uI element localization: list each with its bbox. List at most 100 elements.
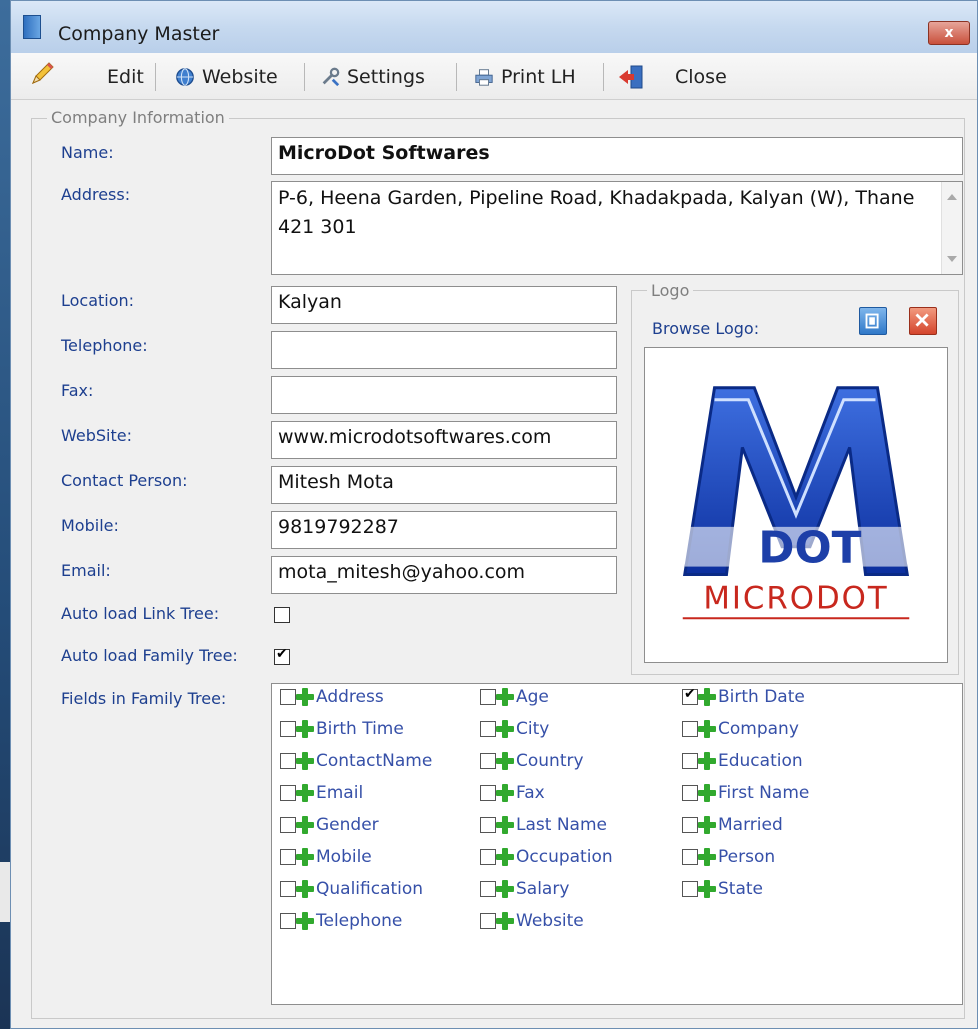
- family-field-item[interactable]: Salary: [480, 878, 569, 900]
- app-icon: [23, 15, 41, 39]
- browse-logo-button[interactable]: [859, 307, 887, 335]
- close-button[interactable]: Close: [675, 65, 727, 89]
- family-field-item[interactable]: Age: [480, 686, 549, 708]
- family-field-checkbox[interactable]: [280, 689, 296, 705]
- email-field[interactable]: mota_mitesh@yahoo.com: [271, 556, 617, 594]
- family-field-checkbox[interactable]: [682, 817, 698, 833]
- family-field-label: Fax: [516, 783, 545, 803]
- family-field-checkbox[interactable]: [280, 849, 296, 865]
- green-plus-icon: [296, 784, 314, 802]
- family-field-label: Mobile: [316, 847, 372, 867]
- family-field-item[interactable]: Fax: [480, 782, 545, 804]
- family-field-item[interactable]: City: [480, 718, 549, 740]
- family-field-checkbox[interactable]: [280, 817, 296, 833]
- family-field-checkbox[interactable]: [480, 785, 496, 801]
- family-field-label: Gender: [316, 815, 379, 835]
- exit-icon: [619, 65, 643, 89]
- green-plus-icon: [496, 784, 514, 802]
- family-field-checkbox[interactable]: [682, 785, 698, 801]
- family-field-item[interactable]: Last Name: [480, 814, 607, 836]
- edit-button[interactable]: Edit: [107, 65, 144, 89]
- family-field-item[interactable]: Address: [280, 686, 384, 708]
- family-field-item[interactable]: First Name: [682, 782, 809, 804]
- family-field-checkbox[interactable]: [682, 686, 698, 705]
- green-plus-icon: [496, 912, 514, 930]
- green-plus-icon: [698, 848, 716, 866]
- family-field-item[interactable]: Person: [682, 846, 775, 868]
- family-field-item[interactable]: Website: [480, 910, 584, 932]
- settings-button[interactable]: Settings: [319, 65, 425, 89]
- location-field[interactable]: Kalyan: [271, 286, 617, 324]
- family-field-label: Telephone: [316, 911, 403, 931]
- microdot-logo: DOT MICRODOT: [682, 386, 910, 620]
- family-field-label: Birth Date: [718, 687, 805, 707]
- family-field-item[interactable]: Occupation: [480, 846, 613, 868]
- family-field-label: Age: [516, 687, 549, 707]
- toolbar-separator: [304, 63, 305, 91]
- family-field-item[interactable]: Telephone: [280, 910, 402, 932]
- family-field-item[interactable]: ContactName: [280, 750, 432, 772]
- contact-person-field[interactable]: Mitesh Mota: [271, 466, 617, 504]
- family-field-label: Salary: [516, 879, 570, 899]
- window-close-button[interactable]: x: [928, 21, 970, 45]
- family-field-label: Birth Time: [316, 719, 404, 739]
- auto-load-family-tree-checkbox[interactable]: [274, 646, 290, 665]
- green-plus-icon: [496, 880, 514, 898]
- family-field-item[interactable]: Mobile: [280, 846, 372, 868]
- family-field-checkbox[interactable]: [480, 721, 496, 737]
- family-field-label: Occupation: [516, 847, 613, 867]
- clear-logo-button[interactable]: [909, 307, 937, 335]
- family-field-item[interactable]: Birth Time: [280, 718, 404, 740]
- fax-field[interactable]: [271, 376, 617, 414]
- green-plus-icon: [698, 688, 716, 706]
- address-scrollbar[interactable]: [941, 182, 962, 274]
- telephone-field[interactable]: [271, 331, 617, 369]
- desktop-fragment: [0, 862, 10, 922]
- print-letterhead-button[interactable]: Print LH: [473, 65, 576, 89]
- location-label: Location:: [61, 291, 135, 310]
- website-button[interactable]: Website: [174, 65, 278, 89]
- family-field-checkbox[interactable]: [682, 849, 698, 865]
- family-field-checkbox[interactable]: [480, 817, 496, 833]
- auto-load-family-tree-label: Auto load Family Tree:: [61, 646, 238, 665]
- auto-load-link-tree-label: Auto load Link Tree:: [61, 604, 220, 623]
- toolbar-separator: [155, 63, 156, 91]
- family-field-checkbox[interactable]: [280, 721, 296, 737]
- family-field-item[interactable]: Education: [682, 750, 803, 772]
- family-field-checkbox[interactable]: [480, 689, 496, 705]
- website-field[interactable]: www.microdotsoftwares.com: [271, 421, 617, 459]
- family-field-checkbox[interactable]: [480, 881, 496, 897]
- name-field[interactable]: MicroDot Softwares: [271, 137, 963, 175]
- pencil-icon[interactable]: [29, 59, 57, 87]
- family-field-label: Education: [718, 751, 803, 771]
- address-field[interactable]: P-6, Heena Garden, Pipeline Road, Khadak…: [271, 181, 963, 275]
- family-field-item[interactable]: Qualification: [280, 878, 423, 900]
- scroll-down-icon[interactable]: [947, 256, 957, 262]
- name-label: Name:: [61, 143, 114, 162]
- family-field-item[interactable]: Email: [280, 782, 363, 804]
- family-field-checkbox[interactable]: [480, 913, 496, 929]
- family-field-checkbox[interactable]: [280, 785, 296, 801]
- family-field-checkbox[interactable]: [682, 753, 698, 769]
- family-field-item[interactable]: Country: [480, 750, 584, 772]
- auto-load-link-tree-checkbox[interactable]: [274, 607, 290, 623]
- family-field-item[interactable]: State: [682, 878, 763, 900]
- family-field-checkbox[interactable]: [480, 753, 496, 769]
- family-field-checkbox[interactable]: [280, 753, 296, 769]
- family-field-checkbox[interactable]: [682, 881, 698, 897]
- family-field-label: City: [516, 719, 550, 739]
- family-field-checkbox[interactable]: [682, 721, 698, 737]
- family-field-checkbox[interactable]: [280, 913, 296, 929]
- scroll-up-icon[interactable]: [947, 194, 957, 200]
- family-field-checkbox[interactable]: [480, 849, 496, 865]
- logo-wordmark: MICRODOT: [703, 580, 888, 616]
- green-plus-icon: [496, 688, 514, 706]
- family-field-item[interactable]: Gender: [280, 814, 379, 836]
- family-field-item[interactable]: Married: [682, 814, 783, 836]
- family-field-checkbox[interactable]: [280, 881, 296, 897]
- mobile-field[interactable]: 9819792287: [271, 511, 617, 549]
- family-field-item[interactable]: Birth Date: [682, 686, 805, 708]
- green-plus-icon: [296, 848, 314, 866]
- family-field-item[interactable]: Company: [682, 718, 799, 740]
- browse-logo-label: Browse Logo:: [652, 319, 760, 338]
